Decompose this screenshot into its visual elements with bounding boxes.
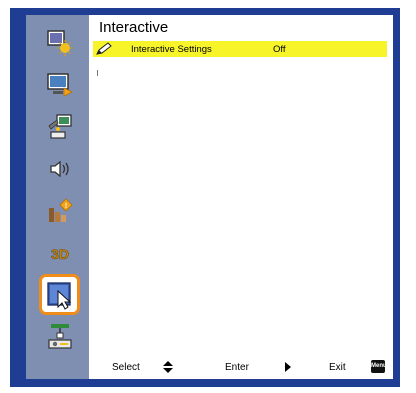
display-settings-icon [46, 72, 73, 97]
image-settings-icon [46, 29, 73, 56]
tab-options[interactable]: ! [42, 193, 77, 228]
menu-item-label: Interactive Settings [131, 43, 212, 55]
svg-text:3D: 3D [51, 246, 69, 262]
svg-text:!: ! [64, 203, 66, 210]
text-cursor [97, 70, 98, 76]
footer-hints: Select Enter Exit Menu [89, 359, 393, 377]
pencil-icon [96, 42, 112, 55]
menu-item-value: Off [273, 43, 286, 55]
options-icon: ! [48, 197, 73, 222]
select-hint-label: Select [112, 362, 140, 373]
menu-item-interactive-settings[interactable]: Interactive Settings Off [93, 41, 387, 57]
osd-frame: ! 3D Interactive Interactive Settings Of… [10, 8, 400, 387]
sidebar: ! 3D [26, 15, 92, 379]
right-arrow-icon [285, 362, 291, 372]
tab-volume[interactable] [42, 151, 77, 186]
exit-hint-label: Exit [329, 362, 346, 373]
3d-icon: 3D [50, 245, 69, 262]
lan-icon [47, 323, 72, 349]
tab-setup[interactable] [42, 109, 77, 144]
up-down-arrows-icon [163, 361, 173, 373]
menu-panel: Interactive Interactive Settings Off Sel… [89, 15, 393, 379]
tab-lan[interactable] [42, 319, 77, 354]
tab-image[interactable] [42, 25, 77, 60]
tab-interactive[interactable] [42, 277, 77, 312]
interactive-icon [46, 281, 71, 310]
menu-key-icon: Menu [371, 360, 387, 373]
menu-title: Interactive [99, 19, 169, 36]
setup-icon [47, 113, 72, 139]
volume-icon [49, 160, 69, 177]
tab-3d[interactable]: 3D [42, 235, 77, 270]
tab-display[interactable] [42, 67, 77, 102]
enter-hint-label: Enter [225, 362, 249, 373]
